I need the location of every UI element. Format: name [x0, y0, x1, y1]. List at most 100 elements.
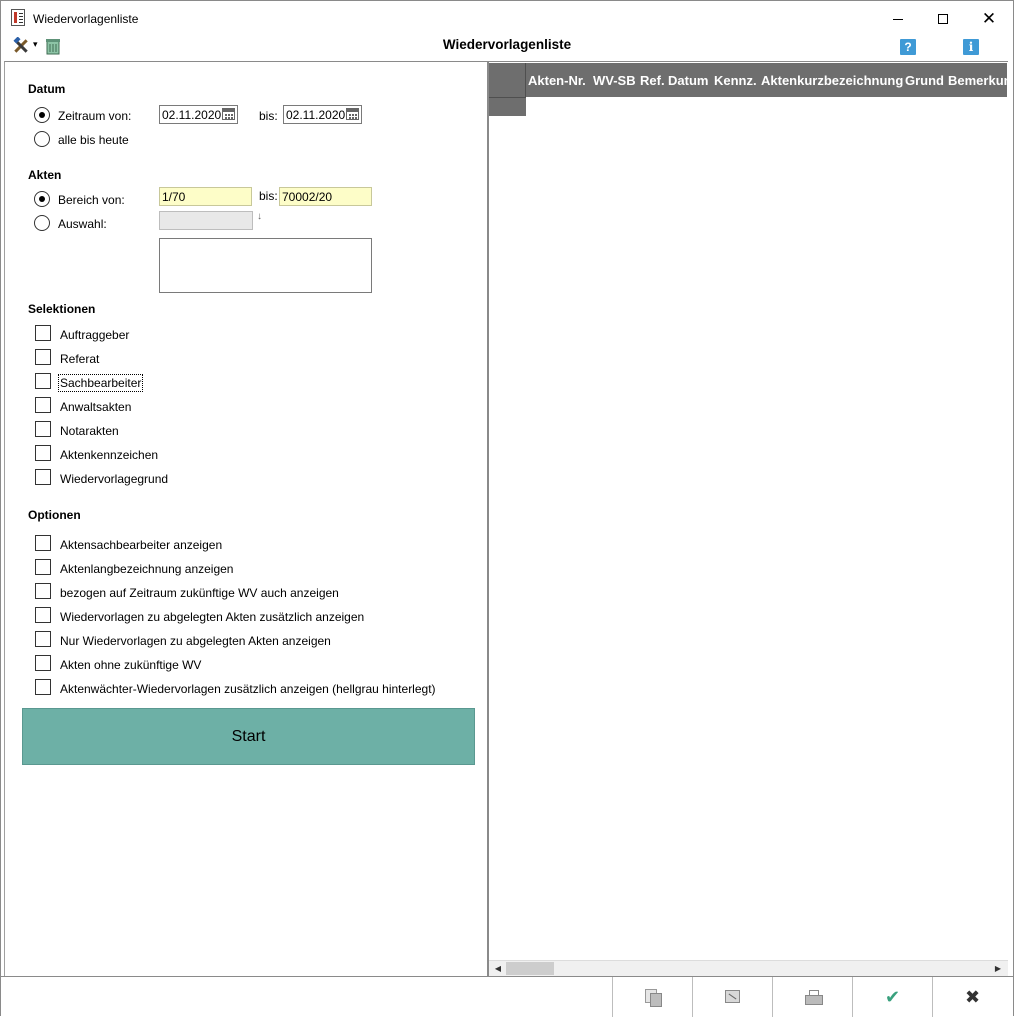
preview-icon	[725, 990, 740, 1004]
recycle-bin-icon[interactable]	[45, 37, 61, 55]
title-bar: Wiedervorlagenliste ✕	[1, 1, 1013, 34]
column-header-grund[interactable]: Grund	[905, 73, 944, 88]
column-header-akten-nr[interactable]: Akten-Nr.	[528, 73, 586, 88]
radio-alle-bis-heute[interactable]	[34, 131, 50, 147]
datum-bis-value: 02.11.2020	[286, 108, 346, 122]
page-title: Wiedervorlagenliste	[442, 37, 572, 52]
notarakten-label: Notarakten	[60, 424, 119, 438]
grid-header-row: Akten-Nr. WV-SB Ref. Datum Kennz. Aktenk…	[489, 63, 1007, 97]
auswahl-list-box[interactable]	[159, 238, 372, 293]
checkbox-anwaltsakten[interactable]	[35, 397, 51, 413]
maximize-icon	[938, 14, 948, 25]
checkbox-wiedervorlagegrund[interactable]	[35, 469, 51, 485]
auftraggeber-label: Auftraggeber	[60, 328, 130, 342]
radio-zeitraum[interactable]	[34, 107, 50, 123]
column-header-datum[interactable]: Datum	[668, 73, 708, 88]
zeitraum-label: Zeitraum von:	[58, 109, 132, 123]
toolbar: Wiedervorlagenliste ▾ ? i	[1, 34, 1013, 60]
datum-bis-field[interactable]: 02.11.2020	[283, 105, 362, 124]
datum-von-field[interactable]: 02.11.2020	[159, 105, 238, 124]
maximize-button[interactable]	[920, 5, 966, 33]
checkbox-zukuenftige-wv-anzeigen[interactable]	[35, 583, 51, 599]
close-window-button[interactable]: ✕	[966, 5, 1012, 33]
datum-bis-label: bis:	[259, 109, 278, 123]
checkbox-aktensachbearbeiter-anzeigen[interactable]	[35, 535, 51, 551]
filter-panel: Datum Zeitraum von: 02.11.2020 bis: 02.1…	[4, 61, 487, 976]
checkbox-abgelegte-akten-zusaetzlich[interactable]	[35, 607, 51, 623]
auswahl-field[interactable]	[159, 211, 253, 230]
minimize-icon	[893, 18, 903, 20]
app-book-icon	[11, 9, 25, 26]
akten-heading: Akten	[28, 168, 62, 182]
option-label: Aktenwächter-Wiedervorlagen zusätzlich a…	[60, 682, 436, 696]
column-header-aktenkurzbezeichnung[interactable]: Aktenkurzbezeichnung	[761, 73, 903, 88]
arrow-down-icon[interactable]: ↓	[257, 211, 262, 222]
option-label: Aktensachbearbeiter anzeigen	[60, 538, 223, 552]
window-title: Wiedervorlagenliste	[33, 12, 139, 26]
application-window: Wiedervorlagenliste ✕ Wiedervorlagenlist…	[0, 0, 1014, 1017]
horizontal-scrollbar[interactable]: ◀ ▶	[489, 960, 1008, 976]
checkbox-aktenwaechter-wiedervorlagen[interactable]	[35, 679, 51, 695]
alle-bis-heute-label: alle bis heute	[58, 133, 129, 147]
checkbox-akten-ohne-zukuenftige-wv[interactable]	[35, 655, 51, 671]
column-header-wv-sb[interactable]: WV-SB	[593, 73, 636, 88]
column-header-kennz[interactable]: Kennz.	[714, 73, 757, 88]
checkmark-icon: ✔	[884, 987, 901, 1007]
akten-von-value: 1/70	[162, 190, 186, 204]
checkbox-nur-abgelegte-akten[interactable]	[35, 631, 51, 647]
akten-bis-field[interactable]: 70002/20	[279, 187, 372, 206]
radio-auswahl[interactable]	[34, 215, 50, 231]
checkbox-aktenlangbezeichnung-anzeigen[interactable]	[35, 559, 51, 575]
akten-von-field[interactable]: 1/70	[159, 187, 252, 206]
tools-dropdown-icon[interactable]: ▾	[33, 39, 38, 50]
grid-row-header[interactable]	[489, 97, 526, 116]
grid-corner-cell[interactable]	[489, 63, 526, 97]
printer-icon	[804, 989, 823, 1005]
help-icon[interactable]: ?	[900, 39, 916, 55]
copy-button[interactable]	[612, 977, 692, 1017]
sachbearbeiter-label: Sachbearbeiter	[57, 374, 144, 392]
option-label: Nur Wiedervorlagen zu abgelegten Akten a…	[60, 634, 331, 648]
aktenkennzeichen-label: Aktenkennzeichen	[60, 448, 159, 462]
datum-heading: Datum	[28, 82, 66, 96]
selektionen-heading: Selektionen	[28, 302, 96, 316]
datum-von-value: 02.11.2020	[162, 108, 222, 122]
akten-bis-label: bis:	[259, 189, 278, 203]
radio-bereich[interactable]	[34, 191, 50, 207]
optionen-heading: Optionen	[28, 508, 81, 522]
result-grid: Akten-Nr. WV-SB Ref. Datum Kennz. Aktenk…	[489, 61, 1008, 976]
checkbox-referat[interactable]	[35, 349, 51, 365]
info-icon[interactable]: i	[963, 39, 979, 55]
column-header-ref[interactable]: Ref.	[640, 73, 665, 88]
close-icon: ✖	[964, 987, 981, 1007]
scroll-right-icon[interactable]: ▶	[990, 961, 1006, 976]
scroll-left-icon[interactable]: ◀	[490, 961, 506, 976]
ok-button[interactable]: ✔	[852, 977, 932, 1017]
option-label: Aktenlangbezeichnung anzeigen	[60, 562, 234, 576]
column-header-bemerkung[interactable]: Bemerkung	[948, 73, 1007, 88]
anwaltsakten-label: Anwaltsakten	[60, 400, 132, 414]
checkbox-notarakten[interactable]	[35, 421, 51, 437]
option-label: Akten ohne zukünftige WV	[60, 658, 202, 672]
calendar-icon[interactable]	[346, 108, 359, 120]
option-label: Wiedervorlagen zu abgelegten Akten zusät…	[60, 610, 365, 624]
cancel-button[interactable]: ✖	[932, 977, 1012, 1017]
checkbox-aktenkennzeichen[interactable]	[35, 445, 51, 461]
option-label: bezogen auf Zeitraum zukünftige WV auch …	[60, 586, 339, 600]
tools-icon[interactable]	[12, 37, 30, 55]
auswahl-label: Auswahl:	[58, 217, 107, 231]
bottom-action-bar: ✔ ✖	[1, 976, 1013, 1017]
checkbox-sachbearbeiter[interactable]	[35, 373, 51, 389]
checkbox-auftraggeber[interactable]	[35, 325, 51, 341]
wiedervorlagegrund-label: Wiedervorlagegrund	[60, 472, 169, 486]
scrollbar-thumb[interactable]	[506, 962, 554, 975]
start-button[interactable]: Start	[22, 708, 475, 765]
preview-button[interactable]	[692, 977, 772, 1017]
bereich-label: Bereich von:	[58, 193, 125, 207]
minimize-button[interactable]	[875, 5, 921, 33]
akten-bis-value: 70002/20	[282, 190, 333, 204]
referat-label: Referat	[60, 352, 100, 366]
copy-icon	[644, 988, 662, 1007]
calendar-icon[interactable]	[222, 108, 235, 120]
print-button[interactable]	[772, 977, 852, 1017]
